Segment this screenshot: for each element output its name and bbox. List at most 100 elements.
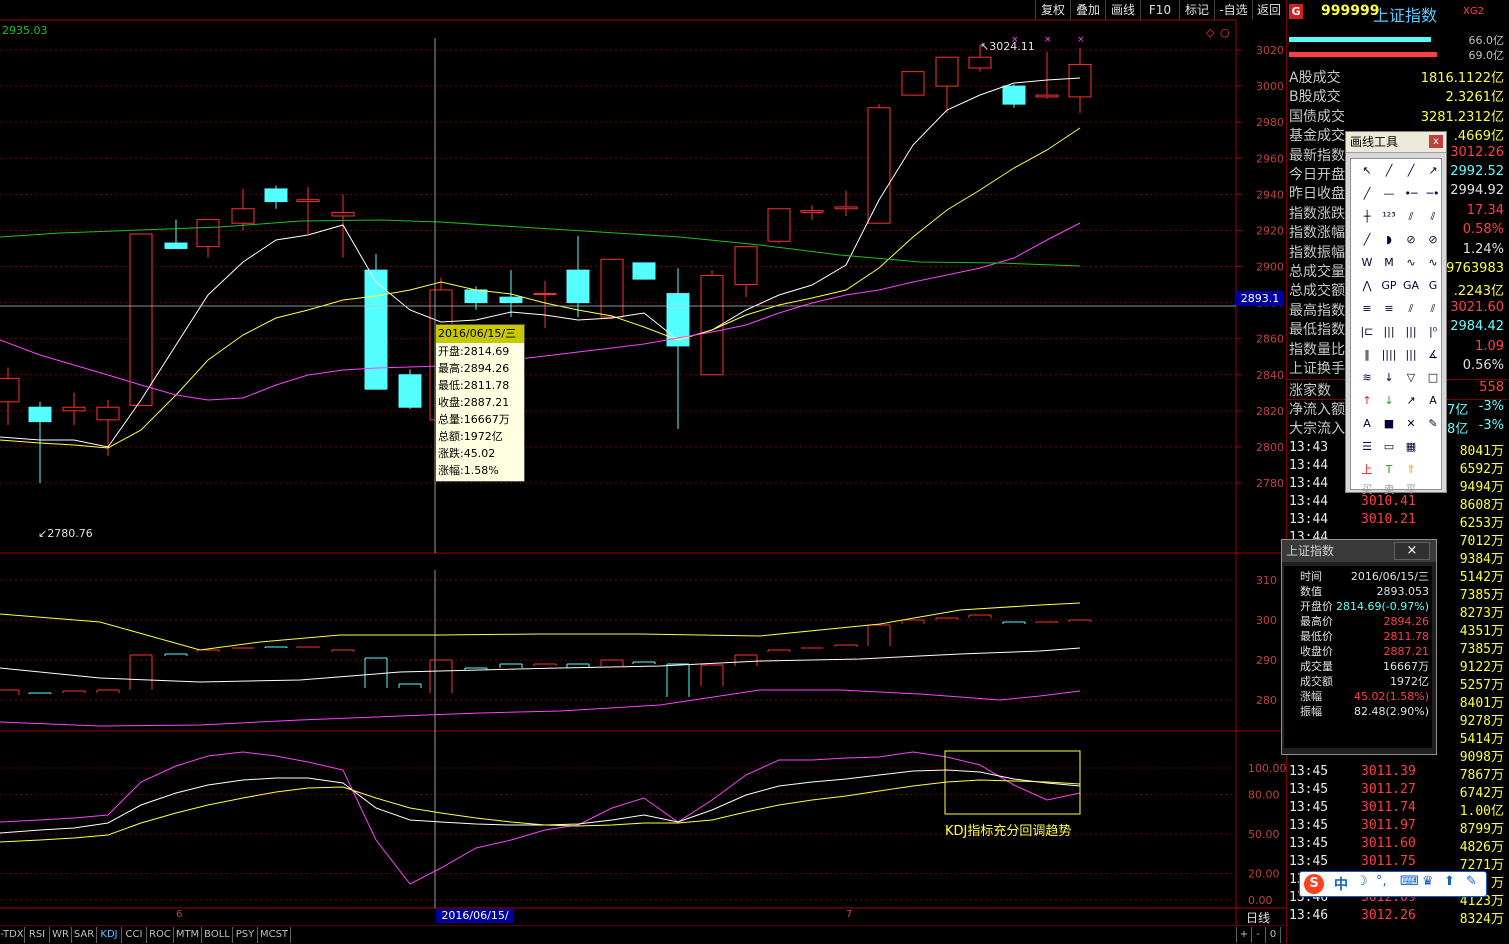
ime-tools-icon[interactable]: ✎ [1466,874,1477,889]
tool-mark-icon[interactable]: ⇑ [1401,461,1421,479]
tool-sell-label[interactable]: 卖 [1379,481,1399,499]
tool-bars2-icon[interactable]: |||| [1379,346,1399,364]
tool-bars3-icon[interactable]: ||| [1401,346,1421,364]
toolbar-overlay-button[interactable]: 叠加 [1070,0,1105,20]
ime-shirt-icon[interactable]: ⬆ [1444,874,1455,889]
tab-psy[interactable]: PSY [233,927,258,943]
tab-boll[interactable]: BOLL [202,927,233,943]
tool-gann-pt-icon[interactable]: GP [1379,277,1399,295]
ime-keyboard-icon[interactable]: ⌨ [1400,874,1419,889]
tick-volume: 4826万 [1459,840,1504,855]
tool-cycle-icon[interactable]: ∿ [1423,254,1443,272]
tool-buy-label[interactable]: 买 [1357,481,1377,499]
tool-triangle-down-icon[interactable]: ▽ [1401,369,1421,387]
ime-punct-icon[interactable]: °, [1376,874,1387,889]
tool-ellipse-icon[interactable]: ⊘ [1423,231,1443,249]
tab-mcst[interactable]: MCST [258,927,291,943]
tab-sar[interactable]: SAR [72,927,97,943]
tab-tdx[interactable]: -TDX [0,927,25,943]
toolbar-fuquan-button[interactable]: 复权 [1035,0,1070,20]
tool-parallel-icon[interactable]: ⫽ [1401,208,1421,226]
tool-sine-icon[interactable]: ∿ [1401,254,1421,272]
toolbar-back-button[interactable]: 返回 [1252,0,1285,20]
tool-down-arrow-icon[interactable]: ↓ [1379,392,1399,410]
tool-wave-icon[interactable]: ¹²³ [1379,208,1399,226]
info-popup-close-button[interactable]: × [1394,542,1430,560]
tool-text2-icon[interactable]: A [1357,415,1377,433]
tool-flat-label[interactable]: 平 [1401,481,1421,499]
toolbox-close-button[interactable]: x [1429,135,1443,148]
kline-chart[interactable]: 3020300029802960294029202900288028602840… [0,0,1509,943]
tool-table-icon[interactable]: ▦ [1401,438,1421,456]
tool-gann-angle-icon[interactable]: GA [1401,277,1421,295]
tool-vline-icon[interactable]: ┼ [1357,208,1377,226]
tab-roc[interactable]: ROC [147,927,174,943]
tab-wr[interactable]: WR [50,927,72,943]
tool-block-icon[interactable]: ■ [1379,415,1399,433]
toolbar-mark-button[interactable]: 标记 [1179,0,1214,20]
tool-arrow-icon[interactable]: ↗ [1401,392,1421,410]
tool-up-arrow-icon[interactable]: ↑ [1357,392,1377,410]
stat-label: 上证换手 [1289,361,1345,377]
boll-tick-label: 280 [1256,694,1277,707]
tool-up-label[interactable]: 上 [1357,461,1377,479]
zoom-in-button[interactable]: + [1236,927,1252,943]
tool-hray-icon[interactable]: •─ [1401,185,1421,203]
tool-channel-icon[interactable]: ⫽ [1423,208,1443,226]
tool-grid-icon[interactable]: ⫽ [1401,300,1421,318]
tool-ruler-icon[interactable]: ▭ [1379,438,1399,456]
toolbar-f10-button[interactable]: F10 [1140,0,1179,20]
tool-time-icon[interactable]: |⊏ [1357,323,1377,341]
tool-pen-icon[interactable]: ✎ [1423,415,1443,433]
tool-m-pattern-icon[interactable]: M [1379,254,1399,272]
info-popup[interactable]: 上证指数 × 时间 2016/06/15/三 数值 2893.053 开盘价 2814.6… [1281,539,1437,755]
tool-down-label[interactable]: T [1379,461,1399,479]
tool-ext-icon[interactable]: ╱ [1357,231,1377,249]
zoom-reset-button[interactable]: 0 [1266,927,1281,943]
tool-segment-icon[interactable]: ╱ [1379,162,1399,180]
ime-toolbar[interactable]: S 中 ☽ °, ⌨ ♛ ⬆ ✎ [1299,871,1487,897]
tool-angle-icon[interactable]: ∡ [1423,346,1443,364]
tool-circle-icon[interactable]: ⊘ [1401,231,1421,249]
tool-ray-icon[interactable]: ↗ [1423,162,1443,180]
tool-line-icon[interactable]: ╱ [1401,162,1421,180]
high-marker-label: ↖3024.11 [980,40,1035,53]
toolbar-draw-button[interactable]: 画线 [1105,0,1140,20]
tool-trend-icon[interactable]: ╱ [1357,185,1377,203]
tool-time-zones-icon[interactable]: ||| [1379,323,1399,341]
tool-w-pattern-icon[interactable]: W [1357,254,1377,272]
kdj-d-line [0,779,1081,843]
tool-gann-icon[interactable]: G [1423,277,1443,295]
tool-period-icon[interactable]: |⁰ [1423,323,1443,341]
toolbar-remove-watch-button[interactable]: -自选 [1214,0,1252,20]
tool-fib-icon[interactable]: ≡ [1357,300,1377,318]
tab-kdj[interactable]: KDJ [97,927,122,943]
tool-fib2-icon[interactable]: ≡ [1379,300,1399,318]
tool-arc-icon[interactable]: ◗ [1379,231,1399,249]
drawing-toolbox[interactable]: 画线工具 x ↖ ╱ ╱ ↗ ╱ — •─ ─• ┼ ¹²³ ⫽ ⫽ ╱ ◗ ⊘ ⊘ W M ∿ ∿ ⋀ GP GA G ≡ ≡ ⫽… [1345,131,1447,496]
tool-hray2-icon[interactable]: ─• [1423,185,1443,203]
ime-moon-icon[interactable]: ☽ [1356,874,1368,889]
tool-text-icon[interactable]: A [1423,392,1443,410]
tool-hline-icon[interactable]: — [1379,185,1399,203]
ime-skin-icon[interactable]: ♛ [1422,874,1434,889]
tab-mtm[interactable]: MTM [174,927,202,943]
ime-mode-label[interactable]: 中 [1334,874,1348,894]
tool-select-icon[interactable]: ↖ [1357,162,1377,180]
tick-time: 13:45 [1289,800,1329,815]
tool-bars-icon[interactable]: ‖ [1357,346,1377,364]
stat-value: 17.34 [1466,202,1504,218]
tool-grid2-icon[interactable]: ⫽ [1423,300,1443,318]
zoom-out-button[interactable]: - [1251,927,1266,943]
tool-note-icon[interactable]: ☰ [1357,438,1377,456]
tool-fan-icon[interactable]: ≋ [1357,369,1377,387]
tab-rsi[interactable]: RSI [25,927,50,943]
tool-cycles-icon[interactable]: ||| [1401,323,1421,341]
tool-delete-icon[interactable]: ✕ [1401,415,1421,433]
tool-rect-icon[interactable]: □ [1423,369,1443,387]
tab-cci[interactable]: CCI [122,927,147,943]
tool-down-icon[interactable]: ↓ [1379,369,1399,387]
candle-body-down [398,374,422,408]
stat-label: 最高指数 [1289,302,1345,319]
tool-triangle-icon[interactable]: ⋀ [1357,277,1377,295]
